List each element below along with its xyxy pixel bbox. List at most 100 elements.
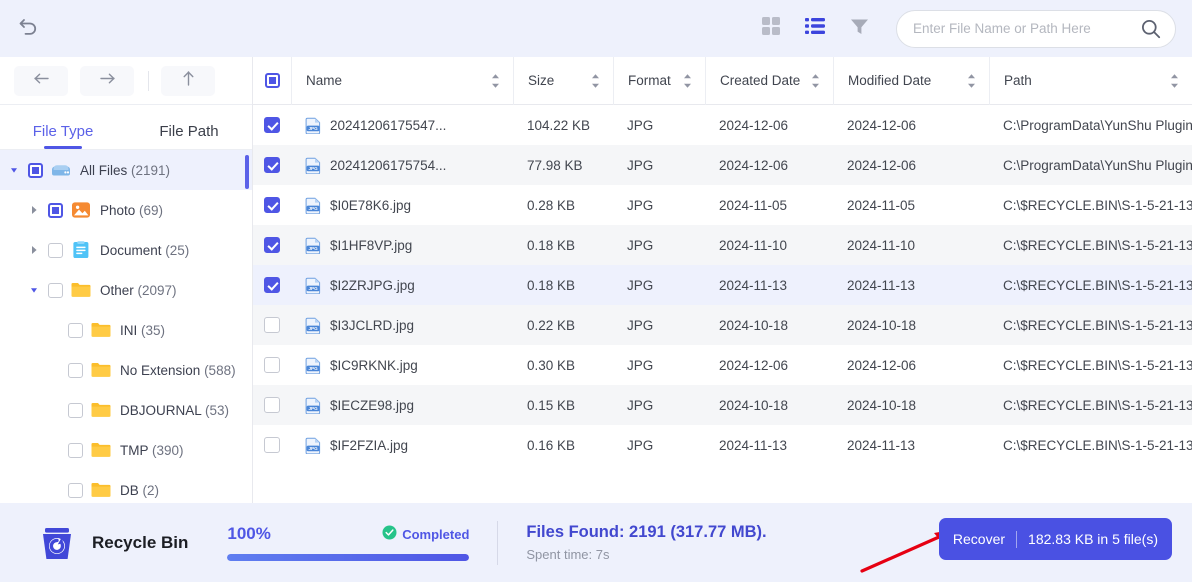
progress-section: 100% Completed [227, 524, 469, 561]
cell-name: JPG$I1HF8VP.jpg [291, 237, 513, 254]
table-row[interactable]: JPG20241206175754...77.98 KBJPG2024-12-0… [253, 145, 1192, 185]
grid-view-button[interactable] [749, 7, 793, 51]
tree-item-checkbox[interactable] [68, 403, 83, 418]
tree-item-checkbox[interactable] [48, 203, 63, 218]
jpg-file-icon: JPG [305, 157, 322, 174]
caret-down-icon[interactable] [6, 162, 22, 178]
row-checkbox[interactable] [264, 197, 280, 213]
file-list-table: NameSize Format Created DateModified Date P… [253, 57, 1192, 503]
tree-item-ini[interactable]: INI (35) [0, 310, 252, 350]
cell-modified-date: 2024-11-10 [833, 238, 989, 253]
table-row[interactable]: JPG$I0E78K6.jpg0.28 KBJPG2024-11-052024-… [253, 185, 1192, 225]
tree-item-checkbox[interactable] [68, 443, 83, 458]
row-checkbox[interactable] [264, 277, 280, 293]
row-checkbox[interactable] [264, 357, 280, 373]
column-header-label: Path [1004, 73, 1032, 88]
table-row[interactable]: JPG$IC9RKNK.jpg0.30 KBJPG2024-12-062024-… [253, 345, 1192, 385]
caret-down-icon[interactable] [26, 282, 42, 298]
progress-bar-fill [227, 554, 469, 561]
tree-item-tmp[interactable]: TMP (390) [0, 430, 252, 470]
row-checkbox[interactable] [264, 117, 280, 133]
sidebar-scrollbar-thumb[interactable] [245, 155, 249, 189]
table-row[interactable]: JPG$I2ZRJPG.jpg0.18 KBJPG2024-11-132024-… [253, 265, 1192, 305]
tree-item-checkbox[interactable] [68, 363, 83, 378]
progress-percent: 100% [227, 524, 270, 544]
sort-toggle-icon[interactable] [966, 73, 977, 88]
sort-toggle-icon[interactable] [1169, 73, 1180, 88]
row-checkbox[interactable] [264, 397, 280, 413]
row-checkbox[interactable] [264, 317, 280, 333]
svg-text:JPG: JPG [308, 245, 318, 250]
table-row[interactable]: JPG$IF2FZIA.jpg0.16 KBJPG2024-11-132024-… [253, 425, 1192, 465]
cell-created-date: 2024-12-06 [705, 118, 833, 133]
list-view-button[interactable] [793, 7, 837, 51]
photo-icon [71, 201, 91, 219]
tree-item-checkbox[interactable] [48, 243, 63, 258]
sort-toggle-icon[interactable] [810, 73, 821, 88]
search-input[interactable] [913, 21, 1139, 36]
sort-toggle-icon[interactable] [682, 73, 693, 88]
nav-back-button[interactable] [14, 66, 68, 96]
nav-up-button[interactable] [161, 66, 215, 96]
cell-created-date: 2024-11-05 [705, 198, 833, 213]
search-box[interactable] [896, 10, 1176, 48]
tree-item-photo[interactable]: Photo (69) [0, 190, 252, 230]
column-header-label: Format [628, 73, 671, 88]
sort-toggle-icon[interactable] [490, 73, 501, 88]
file-name-text: $IF2FZIA.jpg [330, 438, 408, 453]
column-header-name[interactable]: Name [291, 57, 513, 105]
column-header-format[interactable]: Format [613, 57, 705, 105]
row-checkbox[interactable] [264, 157, 280, 173]
tab-file-type[interactable]: File Type [0, 123, 126, 149]
cell-created-date: 2024-12-06 [705, 358, 833, 373]
tree-item-document[interactable]: Document (25) [0, 230, 252, 270]
table-row[interactable]: JPG20241206175547...104.22 KBJPG2024-12-… [253, 105, 1192, 145]
row-checkbox[interactable] [264, 237, 280, 253]
cell-size: 0.16 KB [513, 438, 613, 453]
tree-item-dbjournal[interactable]: DBJOURNAL (53) [0, 390, 252, 430]
tree-item-checkbox[interactable] [48, 283, 63, 298]
cell-name: JPG$IC9RKNK.jpg [291, 357, 513, 374]
svg-text:JPG: JPG [308, 285, 318, 290]
table-row[interactable]: JPG$I1HF8VP.jpg0.18 KBJPG2024-11-102024-… [253, 225, 1192, 265]
row-select-cell [253, 317, 291, 333]
tree-item-db[interactable]: DB (2) [0, 470, 252, 503]
tree-item-checkbox[interactable] [28, 163, 43, 178]
column-header-created-date[interactable]: Created Date [705, 57, 833, 105]
nav-forward-button[interactable] [80, 66, 134, 96]
recover-button-divider [1016, 531, 1017, 548]
cell-path: C:\$RECYCLE.BIN\S-1-5-21-133... [989, 278, 1192, 293]
tree-item-checkbox[interactable] [68, 483, 83, 498]
jpg-file-icon: JPG [305, 277, 322, 294]
tree-item-checkbox[interactable] [68, 323, 83, 338]
caret-right-icon[interactable] [26, 242, 42, 258]
cell-name: JPG$IECZE98.jpg [291, 397, 513, 414]
cell-created-date: 2024-10-18 [705, 318, 833, 333]
tab-file-path[interactable]: File Path [126, 123, 252, 149]
tab-file-type-label: File Type [33, 123, 94, 140]
tree-item-other[interactable]: Other (2097) [0, 270, 252, 310]
table-row[interactable]: JPG$IECZE98.jpg0.15 KBJPG2024-10-182024-… [253, 385, 1192, 425]
back-navigation-button[interactable] [6, 7, 50, 51]
caret-right-icon[interactable] [26, 202, 42, 218]
column-header-path[interactable]: Path [989, 57, 1192, 105]
folder-icon [91, 401, 111, 419]
sort-toggle-icon[interactable] [590, 73, 601, 88]
cell-format: JPG [613, 238, 705, 253]
search-icon[interactable] [1139, 17, 1163, 41]
file-name-text: 20241206175754... [330, 158, 446, 173]
undo-arrow-icon [15, 13, 41, 44]
recover-button[interactable]: Recover 182.83 KB in 5 file(s) [939, 518, 1172, 560]
tree-item-no-extension[interactable]: No Extension (588) [0, 350, 252, 390]
table-row[interactable]: JPG$I3JCLRD.jpg0.22 KBJPG2024-10-182024-… [253, 305, 1192, 345]
column-header-size[interactable]: Size [513, 57, 613, 105]
spent-time-text: Spent time: 7s [526, 547, 766, 562]
tree-item-all-files[interactable]: All Files (2191) [0, 150, 252, 190]
row-checkbox[interactable] [264, 437, 280, 453]
filter-button[interactable] [837, 7, 881, 51]
tree-item-label: All Files (2191) [80, 163, 170, 178]
cell-path: C:\$RECYCLE.BIN\S-1-5-21-133... [989, 198, 1192, 213]
select-all-checkbox[interactable] [265, 73, 280, 88]
column-header-modified-date[interactable]: Modified Date [833, 57, 989, 105]
cell-name: JPG$IF2FZIA.jpg [291, 437, 513, 454]
